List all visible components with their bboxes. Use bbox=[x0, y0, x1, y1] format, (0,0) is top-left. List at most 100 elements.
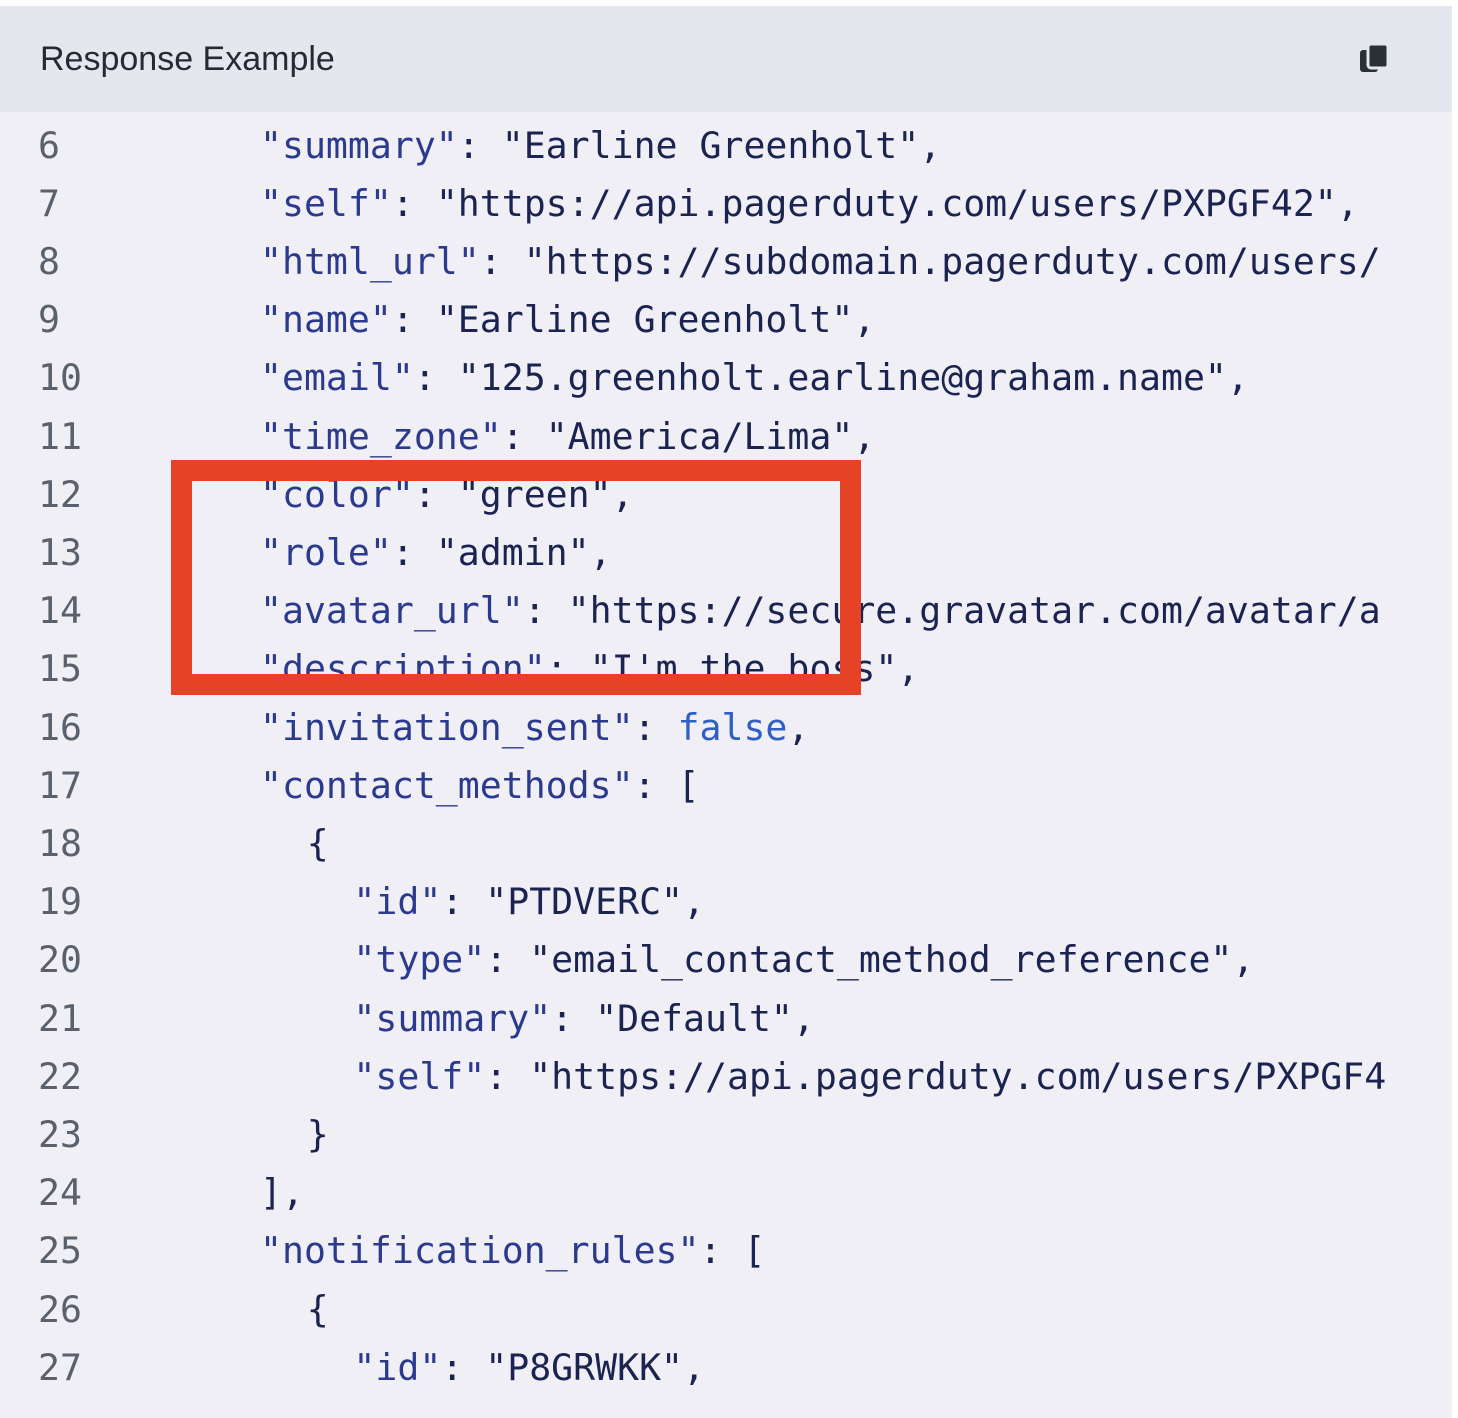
code-content: "type": "email_contact_method_reference"… bbox=[353, 931, 1254, 989]
json-punctuation: , bbox=[919, 123, 942, 167]
json-string: "https://api.pagerduty.com/users/PXPGF42… bbox=[435, 181, 1337, 225]
json-key: "contact_methods" bbox=[260, 763, 634, 807]
json-string: "Default" bbox=[595, 996, 793, 1040]
code-content: "html_url": "https://subdomain.pagerduty… bbox=[260, 233, 1381, 291]
json-punctuation: { bbox=[306, 821, 329, 865]
json-punctuation: : bbox=[551, 996, 596, 1040]
code-content: "id": "P8GRWKK", bbox=[353, 1339, 705, 1397]
code-line: 17 "contact_methods": [ bbox=[0, 757, 1452, 815]
code-line: 19 "id": "PTDVERC", bbox=[0, 873, 1452, 931]
code-content: "contact_methods": [ bbox=[260, 757, 700, 815]
code-content: { bbox=[307, 1281, 329, 1339]
line-number: 21 bbox=[38, 996, 82, 1040]
panel-header: Response Example bbox=[0, 6, 1452, 112]
json-key: "self" bbox=[260, 181, 392, 225]
code-line: 9 "name": "Earline Greenholt", bbox=[0, 291, 1452, 349]
code-line: 22 "self": "https://api.pagerduty.com/use… bbox=[0, 1048, 1452, 1106]
code-content: "self": "https://api.pagerduty.com/users… bbox=[353, 1048, 1386, 1106]
code-content: "name": "Earline Greenholt", bbox=[260, 291, 875, 349]
json-punctuation: : bbox=[391, 181, 436, 225]
json-punctuation: } bbox=[306, 1112, 329, 1156]
json-punctuation: , bbox=[683, 880, 706, 924]
json-key: "name" bbox=[260, 298, 392, 342]
line-number: 7 bbox=[38, 181, 60, 225]
line-number: 8 bbox=[38, 239, 60, 283]
json-punctuation: : bbox=[441, 880, 486, 924]
code-content: "id": "PTDVERC", bbox=[353, 873, 705, 931]
highlight-annotation-box bbox=[171, 460, 861, 695]
json-punctuation: : bbox=[501, 414, 546, 458]
code-line: 24], bbox=[0, 1164, 1452, 1222]
json-key: "summary" bbox=[260, 123, 458, 167]
line-number: 24 bbox=[38, 1171, 82, 1215]
line-number: 10 bbox=[38, 356, 82, 400]
line-number: 11 bbox=[38, 414, 82, 458]
json-string: "PTDVERC" bbox=[485, 880, 684, 924]
json-string: "email_contact_method_reference" bbox=[529, 938, 1233, 982]
code-line: 6 "summary": "Earline Greenholt", bbox=[0, 117, 1452, 175]
copy-button[interactable] bbox=[1354, 38, 1398, 82]
json-punctuation: , bbox=[1226, 356, 1249, 400]
json-punctuation: : bbox=[441, 1345, 486, 1389]
code-line: 18 { bbox=[0, 815, 1452, 873]
json-punctuation: : bbox=[413, 356, 458, 400]
code-line: 21 "summary": "Default", bbox=[0, 990, 1452, 1048]
line-number: 23 bbox=[38, 1112, 82, 1156]
json-key: "email" bbox=[260, 356, 414, 400]
code-content: } bbox=[307, 1106, 329, 1164]
code-line: 25 "notification_rules": [ bbox=[0, 1222, 1452, 1280]
code-content: "summary": "Default", bbox=[353, 990, 815, 1048]
json-punctuation: , bbox=[853, 298, 876, 342]
line-number: 9 bbox=[38, 298, 60, 342]
json-key: "self" bbox=[353, 1054, 486, 1098]
code-content: { bbox=[307, 815, 329, 873]
code-content: "time_zone": "America/Lima", bbox=[260, 408, 875, 466]
line-number: 6 bbox=[38, 123, 60, 167]
code-line: 16 "invitation_sent": false, bbox=[0, 699, 1452, 757]
code-line: 20 "type": "email_contact_method_referenc… bbox=[0, 931, 1452, 989]
code-content: ], bbox=[260, 1164, 304, 1222]
json-boolean: false bbox=[677, 705, 788, 749]
json-punctuation: , bbox=[683, 1345, 706, 1389]
json-punctuation: , bbox=[1232, 938, 1255, 982]
response-example-panel: Response Example 5"type": "user",6"summa… bbox=[0, 6, 1452, 1418]
json-punctuation: : bbox=[479, 239, 524, 283]
code-line: 10 "email": "125.greenholt.earline@graham… bbox=[0, 349, 1452, 407]
code-viewer[interactable]: 5"type": "user",6"summary": "Earline Gre… bbox=[0, 74, 1452, 1418]
line-number: 14 bbox=[38, 589, 82, 633]
json-key: "time_zone" bbox=[260, 414, 502, 458]
json-string: "https://subdomain.pagerduty.com/users/ bbox=[523, 239, 1381, 283]
json-key: "summary" bbox=[353, 996, 552, 1040]
json-key: "notification_rules" bbox=[260, 1229, 700, 1273]
code-line: 23} bbox=[0, 1106, 1452, 1164]
code-line: 7 "self": "https://api.pagerduty.com/user… bbox=[0, 175, 1452, 233]
code-line: 26 { bbox=[0, 1281, 1452, 1339]
json-string: "125.greenholt.earline@graham.name" bbox=[457, 356, 1227, 400]
json-string: "P8GRWKK" bbox=[485, 1345, 684, 1389]
code-line: 11 "time_zone": "America/Lima", bbox=[0, 408, 1452, 466]
line-number: 26 bbox=[38, 1287, 82, 1331]
copy-icon bbox=[1360, 42, 1390, 72]
json-punctuation: , bbox=[787, 705, 810, 749]
json-key: "type" bbox=[353, 938, 486, 982]
json-key: "html_url" bbox=[260, 239, 480, 283]
code-line: 27 "id": "P8GRWKK", bbox=[0, 1339, 1452, 1397]
json-punctuation: , bbox=[792, 996, 815, 1040]
line-number: 20 bbox=[38, 938, 82, 982]
json-string: "America/Lima" bbox=[545, 414, 854, 458]
json-punctuation: ], bbox=[260, 1171, 304, 1215]
json-punctuation: : [ bbox=[633, 763, 700, 807]
line-number: 15 bbox=[38, 647, 82, 691]
line-number: 18 bbox=[38, 821, 82, 865]
line-number: 22 bbox=[38, 1054, 82, 1098]
json-string: "Earline Greenholt" bbox=[501, 123, 920, 167]
line-number: 25 bbox=[38, 1229, 82, 1273]
json-key: "id" bbox=[353, 1345, 442, 1389]
json-punctuation: : bbox=[457, 123, 502, 167]
json-punctuation: : bbox=[485, 938, 530, 982]
line-number: 17 bbox=[38, 763, 82, 807]
json-punctuation: , bbox=[897, 647, 920, 691]
code-content: "self": "https://api.pagerduty.com/users… bbox=[260, 175, 1359, 233]
line-number: 16 bbox=[38, 705, 82, 749]
line-number: 27 bbox=[38, 1345, 82, 1389]
